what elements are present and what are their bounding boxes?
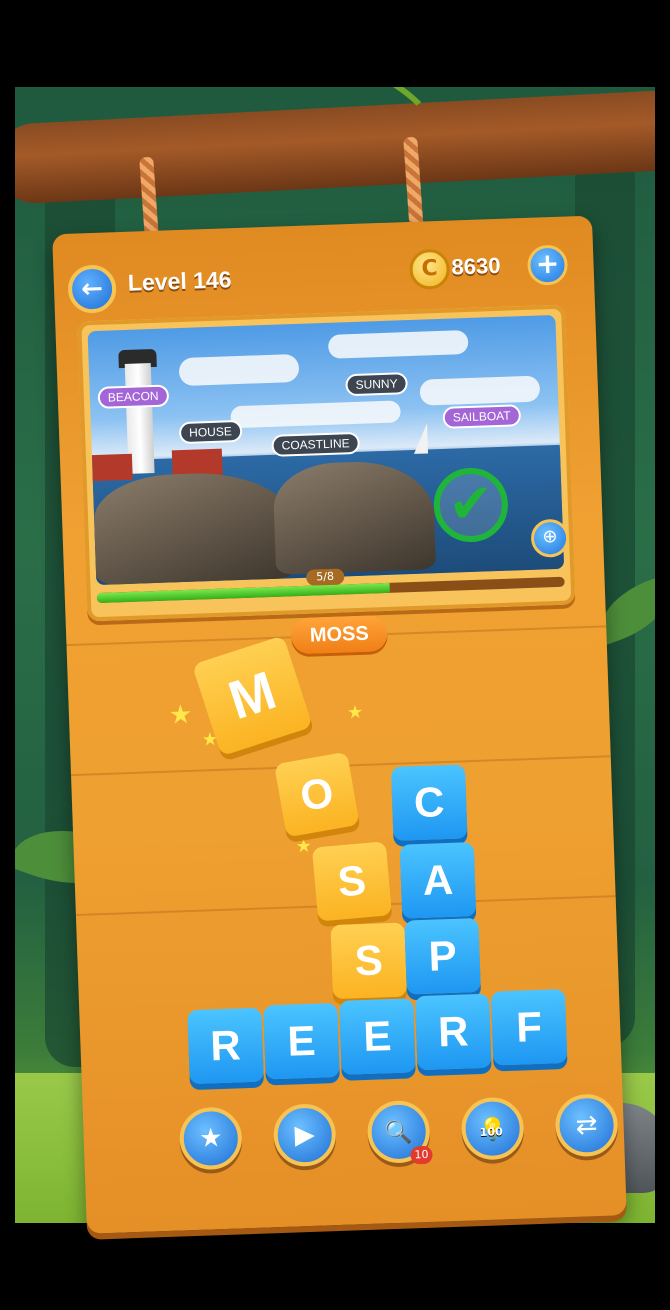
- zoom-button[interactable]: ⊕: [530, 518, 570, 558]
- video-icon: ▶: [294, 1119, 316, 1151]
- word-tag-sailboat: SAILBOAT: [442, 404, 521, 429]
- progress-count: 5/8: [306, 568, 345, 586]
- sailboat-shape: [412, 423, 429, 454]
- coin-balance: 8630: [451, 252, 501, 280]
- puzzle-photo: BEACON HOUSE COASTLINE SUNNY SAILBOAT ✔: [87, 314, 565, 586]
- star-icon: ★: [198, 1123, 223, 1154]
- progress-fill: [96, 582, 390, 604]
- puzzle-photo-frame: BEACON HOUSE COASTLINE SUNNY SAILBOAT ✔ …: [77, 304, 576, 622]
- coin-counter: C 8630 +: [408, 244, 570, 294]
- letter-tile-f[interactable]: F: [490, 988, 568, 1066]
- video-reward-button[interactable]: ▶: [272, 1103, 337, 1168]
- letter-tile-s[interactable]: S: [330, 922, 407, 1000]
- coastal-rocks: [272, 459, 437, 575]
- cloud: [419, 375, 541, 406]
- coastal-rocks: [92, 470, 297, 586]
- level-title: Level 146: [127, 266, 232, 296]
- magnifier-icon: 🔍: [384, 1120, 413, 1147]
- word-tag-sunny: SUNNY: [345, 372, 408, 397]
- letter-tile-r[interactable]: R: [187, 1007, 264, 1085]
- word-tag-beacon: BEACON: [97, 384, 169, 409]
- house-shape: [91, 453, 133, 482]
- sparkle-star: ★: [346, 701, 364, 724]
- game-board: ← Level 146 C 8630 + BEACON HOUSE COASTL…: [52, 215, 627, 1234]
- letter-tile-e[interactable]: E: [263, 1002, 340, 1080]
- current-word: MOSS: [290, 614, 388, 655]
- letter-tile-r[interactable]: R: [414, 993, 492, 1071]
- letter-tile-e[interactable]: E: [339, 998, 416, 1075]
- plus-icon: +: [535, 246, 560, 281]
- star-button[interactable]: ★: [178, 1106, 243, 1171]
- shuffle-button[interactable]: ⇄: [554, 1093, 619, 1158]
- search-hint-button[interactable]: 🔍 10: [366, 1099, 433, 1165]
- cloud: [327, 329, 469, 359]
- letter-tile-p[interactable]: P: [404, 917, 481, 995]
- add-coins-button[interactable]: +: [526, 244, 569, 286]
- letter-tile-o[interactable]: O: [274, 751, 360, 838]
- hint-button[interactable]: 💡 100: [460, 1096, 525, 1161]
- back-arrow-icon: ←: [80, 273, 104, 305]
- letter-tile-a[interactable]: A: [399, 842, 477, 919]
- back-button[interactable]: ←: [67, 264, 117, 314]
- word-tag-house: HOUSE: [178, 419, 243, 445]
- zoom-icon: ⊕: [542, 525, 558, 548]
- cloud: [178, 353, 300, 387]
- search-count-badge: 10: [410, 1145, 433, 1165]
- coin-icon: C: [408, 248, 451, 290]
- sparkle-star: ★: [168, 699, 193, 731]
- word-tag-coastline: COASTLINE: [271, 431, 361, 457]
- sparkle-star: ★: [295, 835, 313, 858]
- cloud: [230, 400, 401, 429]
- letter-tile-s[interactable]: S: [311, 841, 393, 922]
- letter-tile-c[interactable]: C: [390, 764, 468, 841]
- hint-price: 100: [479, 1125, 503, 1140]
- shuffle-icon: ⇄: [575, 1109, 598, 1141]
